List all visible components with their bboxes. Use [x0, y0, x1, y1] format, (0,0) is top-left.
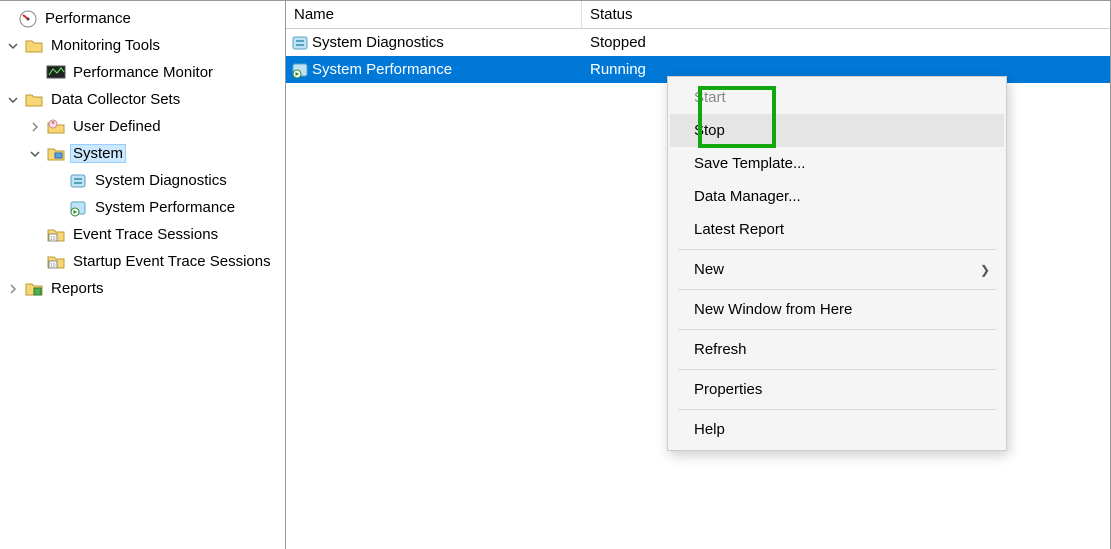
tree-item-system[interactable]: System	[0, 140, 285, 167]
menu-separator	[678, 249, 996, 250]
tree-label: Performance	[42, 9, 134, 28]
svg-text:10: 10	[50, 263, 56, 269]
tree-item-data-collector-sets[interactable]: Data Collector Sets	[0, 86, 285, 113]
submenu-arrow-icon: ❯	[980, 263, 990, 277]
menu-label: Help	[694, 421, 725, 438]
column-header-status[interactable]: Status	[582, 1, 1110, 28]
column-header-label: Status	[590, 6, 633, 23]
tree-item-reports[interactable]: Reports	[0, 275, 285, 302]
chevron-down-icon[interactable]	[8, 95, 24, 105]
menu-item-refresh[interactable]: Refresh	[670, 333, 1004, 366]
menu-item-stop[interactable]: Stop	[670, 114, 1004, 147]
tree-item-system-performance[interactable]: System Performance	[0, 194, 285, 221]
cell-status: Stopped	[582, 34, 646, 51]
menu-label: New	[694, 261, 724, 278]
menu-item-new[interactable]: New ❯	[670, 253, 1004, 286]
menu-separator	[678, 409, 996, 410]
tree-pane: Performance Monitoring Tools Performance…	[0, 1, 286, 549]
menu-item-data-manager[interactable]: Data Manager...	[670, 180, 1004, 213]
menu-label: Refresh	[694, 341, 747, 358]
menu-separator	[678, 329, 996, 330]
context-menu: Start Stop Save Template... Data Manager…	[667, 76, 1007, 451]
collector-icon	[68, 171, 88, 191]
cell-name: System Performance	[312, 61, 452, 78]
menu-label: Stop	[694, 122, 725, 139]
tree-label: Monitoring Tools	[48, 36, 163, 55]
perfmon-icon	[18, 9, 38, 29]
trace-folder-icon: 10	[46, 252, 66, 272]
menu-separator	[678, 289, 996, 290]
list-row[interactable]: System Diagnostics Stopped	[286, 29, 1110, 56]
tree-item-startup-event-trace-sessions[interactable]: 10 Startup Event Trace Sessions	[0, 248, 285, 275]
tree-label: User Defined	[70, 117, 164, 136]
menu-item-latest-report[interactable]: Latest Report	[670, 213, 1004, 246]
column-header-name[interactable]: Name	[286, 1, 582, 28]
menu-label: New Window from Here	[694, 301, 852, 318]
monitor-icon	[46, 63, 66, 83]
menu-separator	[678, 369, 996, 370]
menu-label: Properties	[694, 381, 762, 398]
folder-icon	[24, 36, 44, 56]
tree-label: System Diagnostics	[92, 171, 230, 190]
chevron-down-icon[interactable]	[30, 149, 46, 159]
list-header: Name Status	[286, 1, 1110, 29]
chevron-down-icon[interactable]	[8, 41, 24, 51]
menu-item-new-window[interactable]: New Window from Here	[670, 293, 1004, 326]
reports-folder-icon	[24, 279, 44, 299]
menu-item-start: Start	[670, 81, 1004, 114]
user-folder-icon	[46, 117, 66, 137]
menu-label: Start	[694, 89, 726, 106]
tree-item-performance-monitor[interactable]: Performance Monitor	[0, 59, 285, 86]
tree-label: Reports	[48, 279, 107, 298]
tree-label: Performance Monitor	[70, 63, 216, 82]
column-header-label: Name	[294, 6, 334, 23]
collector-running-icon	[68, 198, 88, 218]
trace-folder-icon: 10	[46, 225, 66, 245]
system-folder-icon	[46, 144, 66, 164]
tree-item-user-defined[interactable]: User Defined	[0, 113, 285, 140]
cell-name: System Diagnostics	[312, 34, 444, 51]
tree-item-performance[interactable]: Performance	[0, 5, 285, 32]
tree-label: Event Trace Sessions	[70, 225, 221, 244]
tree-label: System	[70, 144, 126, 163]
menu-item-help[interactable]: Help	[670, 413, 1004, 446]
tree-item-system-diagnostics[interactable]: System Diagnostics	[0, 167, 285, 194]
tree-label: Startup Event Trace Sessions	[70, 252, 274, 271]
svg-text:10: 10	[50, 236, 56, 242]
menu-label: Latest Report	[694, 221, 784, 238]
menu-item-save-template[interactable]: Save Template...	[670, 147, 1004, 180]
menu-label: Save Template...	[694, 155, 805, 172]
menu-label: Data Manager...	[694, 188, 801, 205]
folder-icon	[24, 90, 44, 110]
tree-item-event-trace-sessions[interactable]: 10 Event Trace Sessions	[0, 221, 285, 248]
menu-item-properties[interactable]: Properties	[670, 373, 1004, 406]
tree-label: System Performance	[92, 198, 238, 217]
cell-status: Running	[582, 61, 646, 78]
chevron-right-icon[interactable]	[8, 284, 24, 294]
tree-label: Data Collector Sets	[48, 90, 183, 109]
chevron-right-icon[interactable]	[30, 122, 46, 132]
collector-icon	[290, 33, 310, 53]
tree-item-monitoring-tools[interactable]: Monitoring Tools	[0, 32, 285, 59]
collector-running-icon	[290, 60, 310, 80]
